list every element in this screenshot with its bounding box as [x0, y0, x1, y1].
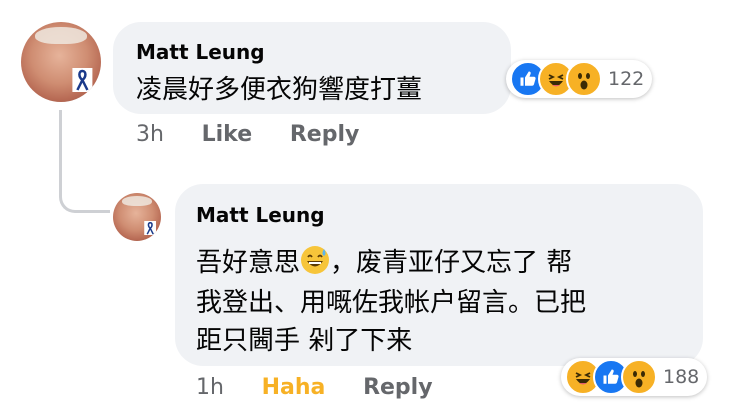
wow-icon: [566, 61, 602, 97]
reply-author[interactable]: Matt Leung: [196, 203, 325, 227]
reply-text-part1: 吾好意思: [196, 248, 301, 278]
reply-reactions[interactable]: 188: [561, 358, 708, 396]
blue-ribbon-icon: [143, 220, 156, 236]
sweat-smile-emoji-icon: [301, 246, 330, 274]
blue-ribbon-icon: [72, 68, 93, 93]
reply-button[interactable]: Reply: [363, 375, 433, 400]
haha-reaction-button[interactable]: Haha: [262, 375, 326, 400]
commenter-avatar[interactable]: [21, 22, 101, 102]
reply-text-line2: 我登出、用嘅佐我帐户留言。已把: [196, 288, 587, 318]
comment-actions: 3h Like Reply: [136, 122, 389, 147]
comment-text: 凌晨好多便衣狗響度打薑: [136, 75, 423, 105]
reply-text-line1: 吾好意思 ，废青亚仔又忘了 帮: [196, 243, 572, 283]
reaction-count: 122: [608, 68, 645, 90]
reply-text-line3: 距只閪手 剁了下来: [196, 326, 413, 356]
reaction-count: 188: [663, 366, 700, 388]
comment-author[interactable]: Matt Leung: [136, 40, 265, 64]
reply-actions: 1h Haha Reply: [196, 375, 463, 400]
reply-text-part2: ，废青亚仔又忘了 帮: [330, 248, 573, 278]
comment-timestamp[interactable]: 3h: [136, 122, 164, 147]
comment-reactions[interactable]: 122: [506, 60, 653, 98]
wow-icon: [621, 359, 657, 395]
like-button[interactable]: Like: [202, 122, 253, 147]
reply-button[interactable]: Reply: [290, 122, 360, 147]
reply-avatar[interactable]: [113, 193, 161, 241]
thread-connector: [59, 110, 110, 213]
reply-timestamp[interactable]: 1h: [196, 375, 224, 400]
